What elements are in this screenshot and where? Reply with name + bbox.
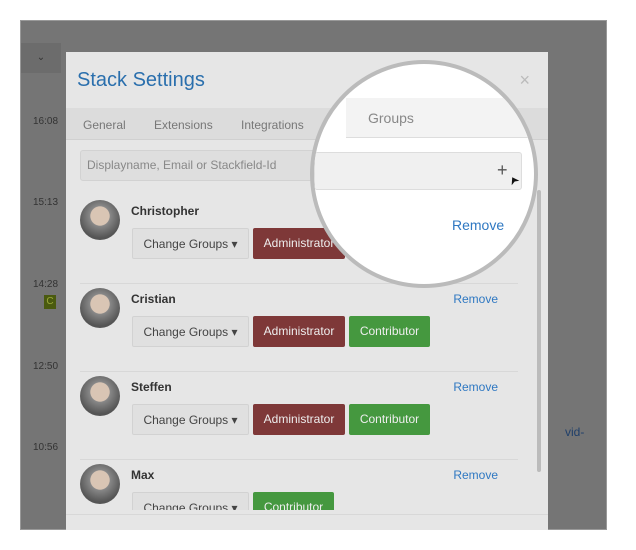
member-name: Steffen <box>131 380 172 394</box>
timestamp: 14:28 <box>33 279 59 290</box>
timestamp: 15:13 <box>33 197 59 208</box>
remove-link[interactable]: Remove <box>453 380 498 394</box>
timestamp: 12:50 <box>33 361 59 372</box>
member-row: Steffen Remove Change Groups ▾ Administr… <box>80 372 518 460</box>
modal-footer-divider <box>66 514 548 515</box>
remove-link[interactable]: Remove <box>452 217 504 233</box>
member-name: Max <box>131 468 155 482</box>
badge: C <box>44 295 56 309</box>
contributor-badge: Contributor <box>253 492 334 510</box>
change-groups-button[interactable]: Change Groups ▾ <box>132 228 249 259</box>
tab-integrations[interactable]: Integrations <box>241 118 304 132</box>
magnifier-overlay: Groups + ➤ Remove <box>310 60 538 288</box>
timestamp: 16:08 <box>33 116 59 127</box>
tab-general[interactable]: General <box>83 118 126 132</box>
avatar <box>80 464 120 504</box>
close-icon[interactable]: × <box>519 70 530 91</box>
avatar <box>80 288 120 328</box>
member-row: Cristian Remove Change Groups ▾ Administ… <box>80 284 518 372</box>
background-link[interactable]: vid- <box>565 425 584 439</box>
contributor-badge: Contributor <box>349 404 430 435</box>
avatar <box>80 376 120 416</box>
administrator-badge: Administrator <box>253 404 345 435</box>
member-name: Cristian <box>131 292 176 306</box>
remove-link[interactable]: Remove <box>453 468 498 482</box>
avatar <box>80 200 120 240</box>
member-name: Christopher <box>131 204 200 218</box>
tab-groups[interactable]: Groups <box>346 98 534 138</box>
change-groups-button[interactable]: Change Groups ▾ <box>132 492 249 510</box>
contributor-badge: Contributor <box>349 316 430 347</box>
scrollbar[interactable] <box>537 190 541 472</box>
member-row: Max Remove Change Groups ▾ Contributor <box>80 460 518 510</box>
change-groups-button[interactable]: Change Groups ▾ <box>132 316 249 347</box>
timestamp: 10:56 <box>33 442 59 453</box>
administrator-badge: Administrator <box>253 316 345 347</box>
modal-title: Stack Settings <box>77 69 205 91</box>
remove-link[interactable]: Remove <box>453 292 498 306</box>
member-search-input-zoomed[interactable] <box>314 152 522 190</box>
add-icon[interactable]: + <box>497 160 508 181</box>
change-groups-button[interactable]: Change Groups ▾ <box>132 404 249 435</box>
dropdown-chevron-icon[interactable]: ⌄ <box>21 43 61 73</box>
tab-extensions[interactable]: Extensions <box>154 118 213 132</box>
